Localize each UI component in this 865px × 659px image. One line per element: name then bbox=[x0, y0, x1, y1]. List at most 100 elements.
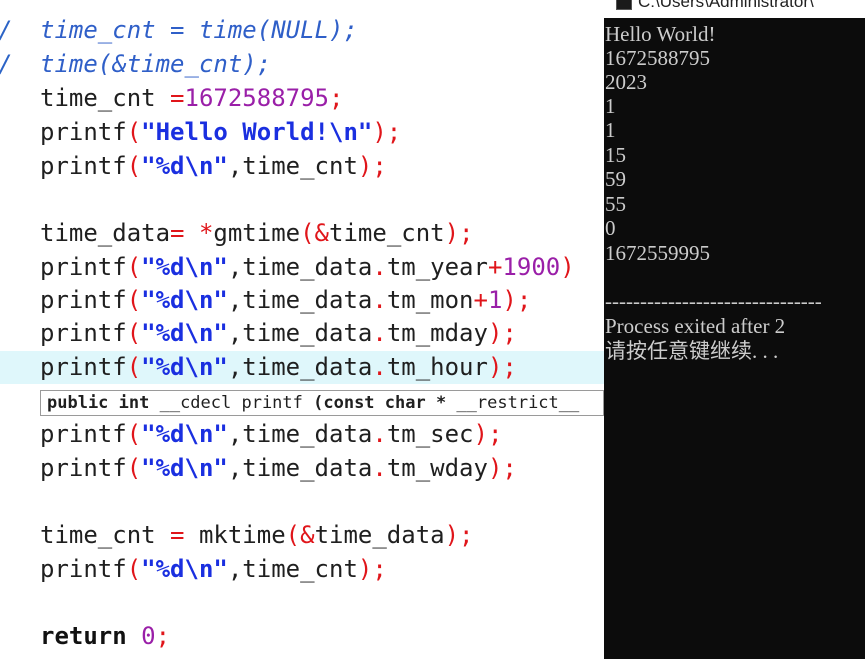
code-operator: ); bbox=[444, 521, 474, 549]
console-window[interactable]: C:\Users\Administrator\ Hello World! 167… bbox=[604, 0, 865, 659]
code-token: time_cnt bbox=[329, 219, 445, 247]
console-prompt: 请按任意键继续. . . bbox=[605, 339, 779, 363]
code-token: tm_mon bbox=[386, 286, 474, 314]
code-token: ,time_cnt bbox=[227, 152, 358, 180]
code-line[interactable]: printf("%d\n",time_data.tm_mon+1); bbox=[0, 284, 604, 317]
console-process-line: Process exited after 2 bbox=[605, 314, 786, 338]
code-line[interactable]: time_cnt =1672588795; bbox=[0, 82, 604, 115]
code-line[interactable]: printf("%d\n",time_data.tm_mday); bbox=[0, 317, 604, 350]
code-token: printf bbox=[40, 420, 127, 448]
code-token: ,time_cnt bbox=[227, 555, 358, 583]
console-output-line: 1672559995 bbox=[605, 241, 710, 265]
code-string: "%d\n" bbox=[141, 555, 228, 583]
code-line[interactable]: printf("Hello World!\n"); bbox=[0, 116, 604, 149]
code-token: printf bbox=[40, 319, 127, 347]
code-line[interactable]: time_cnt = mktime(&time_data); bbox=[0, 519, 604, 552]
console-output-line: 0 bbox=[605, 216, 616, 240]
code-token: time_cnt bbox=[40, 521, 171, 549]
code-token: printf bbox=[40, 454, 127, 482]
code-keyword: return bbox=[40, 622, 127, 650]
code-operator: = bbox=[170, 521, 185, 549]
code-token: printf bbox=[40, 118, 127, 146]
console-output-line: 59 bbox=[605, 167, 626, 191]
code-operator: ); bbox=[357, 555, 387, 583]
code-token: tm_mday bbox=[386, 319, 488, 347]
code-token: ,time_data bbox=[227, 420, 373, 448]
tooltip-keyword: (const char * bbox=[313, 393, 457, 413]
code-string: "Hello World!\n" bbox=[141, 118, 373, 146]
comment-marker: / bbox=[0, 48, 12, 81]
code-string: "%d\n" bbox=[141, 152, 228, 180]
code-operator: ); bbox=[444, 219, 474, 247]
code-line[interactable]: printf("%d\n",time_cnt); bbox=[0, 150, 604, 183]
code-token: tm_hour bbox=[386, 353, 488, 381]
code-token: ,time_data bbox=[227, 353, 373, 381]
code-string: "%d\n" bbox=[141, 353, 228, 381]
code-line[interactable]: / time_cnt = time(NULL); bbox=[0, 14, 604, 47]
console-titlebar[interactable]: C:\Users\Administrator\ bbox=[604, 0, 865, 18]
code-editor[interactable]: / time_cnt = time(NULL); / time(&time_cn… bbox=[0, 0, 604, 659]
code-number: 1 bbox=[487, 286, 503, 314]
code-operator: . bbox=[372, 319, 387, 347]
code-comment: time_cnt = time(NULL); bbox=[40, 16, 358, 44]
code-token: ,time_data bbox=[227, 286, 373, 314]
code-number: 1672588795 bbox=[184, 84, 330, 112]
code-line[interactable]: return 0; bbox=[0, 620, 604, 653]
code-line[interactable]: / time(&time_cnt); bbox=[0, 48, 604, 81]
code-operator: . bbox=[372, 420, 387, 448]
code-string: "%d\n" bbox=[141, 454, 228, 482]
code-token: printf bbox=[40, 286, 127, 314]
code-operator: ); bbox=[487, 319, 517, 347]
code-operator: . bbox=[372, 253, 387, 281]
code-operator: ( bbox=[126, 319, 142, 347]
code-token: printf bbox=[40, 253, 127, 281]
code-token: mktime bbox=[184, 521, 286, 549]
code-line-current[interactable]: printf("%d\n",time_data.tm_hour); bbox=[0, 351, 604, 384]
code-operator: = * bbox=[170, 219, 214, 247]
code-token: printf bbox=[40, 353, 127, 381]
code-string: "%d\n" bbox=[141, 319, 228, 347]
code-operator: ); bbox=[372, 118, 402, 146]
signature-tooltip: public int __cdecl printf (const char * … bbox=[40, 390, 604, 416]
code-line[interactable]: printf("%d\n",time_data.tm_sec); bbox=[0, 418, 604, 451]
code-token: time_cnt bbox=[40, 84, 171, 112]
code-comment: time(&time_cnt); bbox=[40, 50, 272, 78]
code-operator: ); bbox=[473, 420, 503, 448]
code-operator: ; bbox=[155, 622, 171, 650]
console-output-line: 1 bbox=[605, 94, 616, 118]
code-operator: + bbox=[487, 253, 503, 281]
code-operator: ( bbox=[126, 555, 142, 583]
code-operator: (& bbox=[285, 521, 315, 549]
code-token: tm_year bbox=[386, 253, 488, 281]
tooltip-text: __restrict__ bbox=[456, 393, 580, 413]
tooltip-keyword: public int bbox=[47, 393, 160, 413]
code-operator: ); bbox=[487, 454, 517, 482]
code-token: time_data bbox=[314, 521, 445, 549]
code-operator: ) bbox=[560, 253, 575, 281]
console-icon bbox=[616, 0, 632, 10]
code-token: tm_sec bbox=[386, 420, 474, 448]
code-operator: . bbox=[372, 353, 387, 381]
tooltip-text: __cdecl printf bbox=[159, 393, 314, 413]
code-operator: ; bbox=[329, 84, 344, 112]
code-operator: ( bbox=[126, 253, 142, 281]
code-operator: ( bbox=[126, 454, 142, 482]
code-line[interactable]: time_data= *gmtime(&time_cnt); bbox=[0, 217, 604, 250]
code-token: ,time_data bbox=[227, 253, 373, 281]
code-operator: + bbox=[473, 286, 488, 314]
code-line[interactable]: printf("%d\n",time_data.tm_wday); bbox=[0, 452, 604, 485]
code-operator: ( bbox=[126, 420, 142, 448]
console-output-line: 55 bbox=[605, 192, 626, 216]
console-output-line: 15 bbox=[605, 143, 626, 167]
console-output-line: Hello World! bbox=[605, 22, 716, 46]
code-operator: ( bbox=[126, 152, 142, 180]
console-output-line: 1 bbox=[605, 118, 616, 142]
code-number: 1900 bbox=[502, 253, 561, 281]
code-operator: ( bbox=[126, 286, 142, 314]
code-operator: . bbox=[372, 454, 387, 482]
code-number: 0 bbox=[126, 622, 156, 650]
code-operator: ); bbox=[502, 286, 532, 314]
code-line[interactable]: printf("%d\n",time_data.tm_year+1900) bbox=[0, 251, 604, 284]
comment-marker: / bbox=[0, 14, 12, 47]
code-line[interactable]: printf("%d\n",time_cnt); bbox=[0, 553, 604, 586]
